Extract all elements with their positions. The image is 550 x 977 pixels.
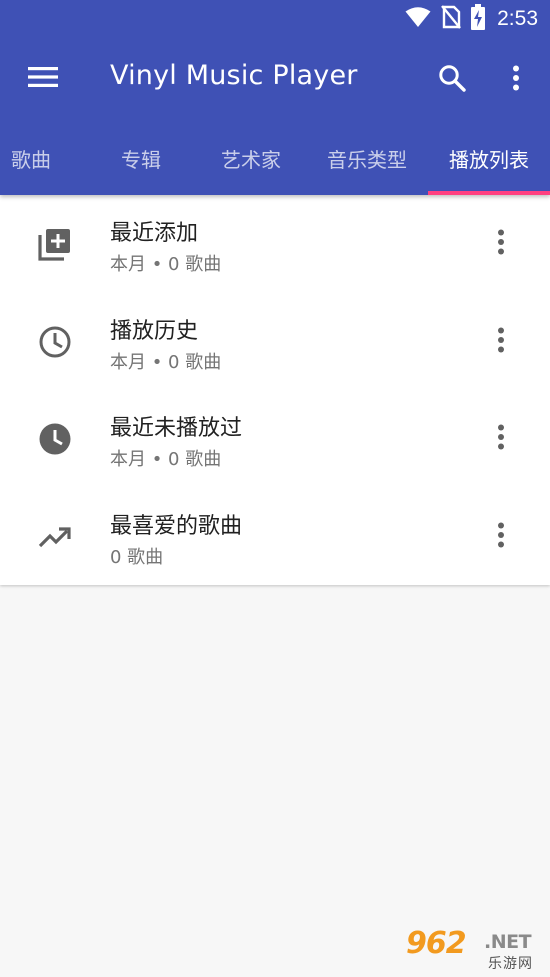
- tab-songs[interactable]: 歌曲: [0, 122, 62, 195]
- clock-filled-icon: [34, 418, 76, 460]
- library-add-icon: [34, 223, 76, 265]
- trending-up-icon: [34, 516, 76, 558]
- tab-indicator: [428, 191, 550, 195]
- playlist-item-favorites[interactable]: 最喜爱的歌曲 0 歌曲: [0, 488, 550, 586]
- tab-playlists[interactable]: 播放列表: [428, 122, 550, 195]
- playlist-subtitle: 本月 • 0 歌曲: [110, 351, 222, 373]
- search-button[interactable]: [430, 58, 474, 102]
- playlist-item-not-recently-played[interactable]: 最近未播放过 本月 • 0 歌曲: [0, 390, 550, 488]
- item-more-button[interactable]: [482, 223, 520, 265]
- status-time: 2:53: [497, 7, 538, 30]
- more-vertical-icon: [497, 424, 505, 454]
- more-vertical-icon: [497, 522, 505, 552]
- clock-outline-icon: [34, 321, 76, 363]
- playlist-list: 最近添加 本月 • 0 歌曲 播放历史 本月 • 0 歌曲 最近未播放过 本月 …: [0, 195, 550, 585]
- item-more-button[interactable]: [482, 516, 520, 558]
- playlist-subtitle: 0 歌曲: [110, 546, 164, 568]
- hamburger-menu-icon: [28, 66, 58, 92]
- playlist-title: 最近添加: [110, 221, 199, 246]
- tab-bar: 歌曲 专辑 艺术家 音乐类型 播放列表: [0, 122, 550, 195]
- playlist-item-history[interactable]: 播放历史 本月 • 0 歌曲: [0, 293, 550, 391]
- playlist-subtitle: 本月 • 0 歌曲: [110, 254, 222, 275]
- tab-genres[interactable]: 音乐类型: [312, 122, 422, 195]
- playlist-title: 最近未播放过: [110, 416, 243, 441]
- menu-button[interactable]: [22, 58, 64, 100]
- search-icon: [438, 64, 466, 96]
- status-bar: 2:53: [0, 0, 550, 38]
- playlist-item-recently-added[interactable]: 最近添加 本月 • 0 歌曲: [0, 195, 550, 293]
- app-bar: 2:53 Vinyl Music Player 歌曲 专辑 艺术家 音乐类型 播…: [0, 0, 550, 195]
- battery-charging-icon: [471, 4, 486, 34]
- watermark-logo-digits: 962: [406, 926, 467, 961]
- more-vertical-icon: [497, 229, 505, 259]
- app-title: Vinyl Music Player: [110, 60, 358, 91]
- playlist-title: 播放历史: [110, 318, 199, 344]
- item-more-button[interactable]: [482, 418, 520, 460]
- tab-artists[interactable]: 艺术家: [200, 122, 302, 195]
- no-sim-icon: [441, 5, 462, 33]
- tab-albums[interactable]: 专辑: [98, 122, 184, 195]
- watermark-logo: 962 .NET 乐游网: [406, 929, 542, 973]
- watermark-logo-net: .NET: [484, 931, 532, 953]
- watermark-logo-cn: 乐游网: [488, 956, 533, 972]
- toolbar: Vinyl Music Player: [0, 38, 550, 122]
- item-more-button[interactable]: [482, 321, 520, 363]
- more-vertical-icon: [512, 65, 520, 95]
- status-icons: 2:53: [405, 4, 538, 34]
- more-vertical-icon: [497, 327, 505, 357]
- overflow-menu-button[interactable]: [496, 58, 536, 102]
- playlist-title: 最喜爱的歌曲: [110, 513, 243, 539]
- playlist-subtitle: 本月 • 0 歌曲: [110, 449, 222, 470]
- wifi-icon: [405, 6, 431, 32]
